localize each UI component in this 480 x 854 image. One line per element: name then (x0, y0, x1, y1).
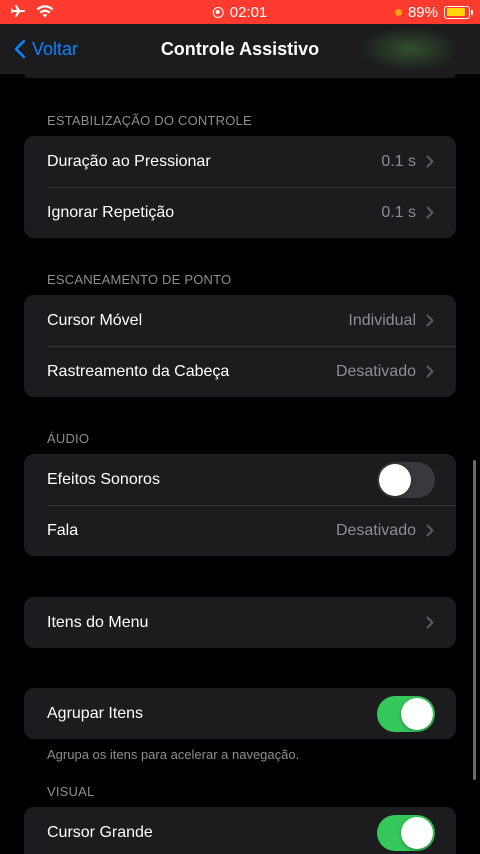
chevron-right-icon (426, 365, 434, 378)
chevron-right-icon (426, 524, 434, 537)
chevron-right-icon (426, 206, 434, 219)
airplane-icon (10, 4, 26, 21)
chevron-right-icon (426, 616, 434, 629)
row-fala[interactable]: Fala Desativado (24, 505, 456, 556)
section-header-estabilizacao: ESTABILIZAÇÃO DO CONTROLE (47, 113, 252, 128)
row-value: Desativado (335, 521, 416, 539)
section-header-escaneamento: ESCANEAMENTO DE PONTO (47, 272, 232, 287)
row-label: Rastreamento da Cabeça (47, 362, 230, 380)
chevron-right-icon (426, 314, 434, 327)
group-estabilizacao: Duração ao Pressionar 0.1 s Ignorar Repe… (24, 136, 456, 238)
scrollbar[interactable] (473, 460, 476, 780)
group-audio: Efeitos Sonoros Fala Desativado (24, 454, 456, 556)
status-center: 02:01 (212, 3, 268, 21)
section-header-visual: VISUAL (47, 784, 95, 799)
row-value: Desativado (335, 362, 416, 380)
battery-icon (444, 5, 473, 19)
efeitos-sonoros-toggle[interactable] (377, 461, 435, 498)
toggle-knob (401, 697, 433, 730)
agrupar-itens-toggle[interactable] (377, 695, 435, 732)
agrupar-footer-note: Agrupa os itens para acelerar a navegaçã… (47, 747, 300, 762)
section-header-audio: ÁUDIO (47, 431, 90, 446)
row-label: Ignorar Repetição (47, 203, 175, 221)
cursor-grande-toggle[interactable] (377, 814, 435, 851)
back-button-label: Voltar (32, 38, 79, 59)
status-bar: 02:01 89% (0, 0, 480, 24)
row-duracao-ao-pressionar[interactable]: Duração ao Pressionar 0.1 s (24, 136, 456, 187)
screen-recording-icon (212, 6, 224, 18)
battery-percent: 89% (407, 3, 438, 21)
group-menu: Itens do Menu (24, 597, 456, 648)
previous-group-edge (24, 74, 456, 78)
row-label: Efeitos Sonoros (47, 470, 160, 488)
wifi-icon (36, 4, 54, 21)
back-button[interactable]: Voltar (14, 24, 78, 74)
row-label: Duração ao Pressionar (47, 152, 211, 170)
row-efeitos-sonoros: Efeitos Sonoros (24, 454, 456, 505)
row-itens-do-menu[interactable]: Itens do Menu (24, 597, 456, 648)
chevron-right-icon (426, 155, 434, 168)
navigation-bar: Controle Assistivo Voltar (0, 24, 480, 74)
row-value: Individual (348, 311, 416, 329)
row-rastreamento-da-cabeca[interactable]: Rastreamento da Cabeça Desativado (24, 346, 456, 397)
row-label: Fala (47, 521, 79, 539)
status-time: 02:01 (229, 3, 268, 21)
row-cursor-grande: Cursor Grande (24, 807, 456, 854)
row-value: 0.1 s (381, 152, 416, 170)
row-label: Cursor Grande (47, 823, 153, 841)
row-label: Cursor Móvel (47, 311, 143, 329)
group-escaneamento: Cursor Móvel Individual Rastreamento da … (24, 295, 456, 397)
row-cursor-movel[interactable]: Cursor Móvel Individual (24, 295, 456, 346)
toggle-knob (379, 463, 411, 496)
row-agrupar-itens: Agrupar Itens (24, 688, 456, 739)
group-visual: Cursor Grande (24, 807, 456, 854)
group-agrupar: Agrupar Itens (24, 688, 456, 739)
row-value: 0.1 s (381, 203, 416, 221)
status-left (10, 4, 54, 21)
privacy-indicator-icon (394, 8, 402, 16)
toggle-knob (401, 816, 433, 849)
row-label: Agrupar Itens (47, 704, 144, 722)
status-right: 89% (394, 3, 473, 21)
chevron-left-icon (14, 39, 26, 59)
row-label: Itens do Menu (47, 613, 149, 631)
row-ignorar-repeticao[interactable]: Ignorar Repetição 0.1 s (24, 187, 456, 238)
